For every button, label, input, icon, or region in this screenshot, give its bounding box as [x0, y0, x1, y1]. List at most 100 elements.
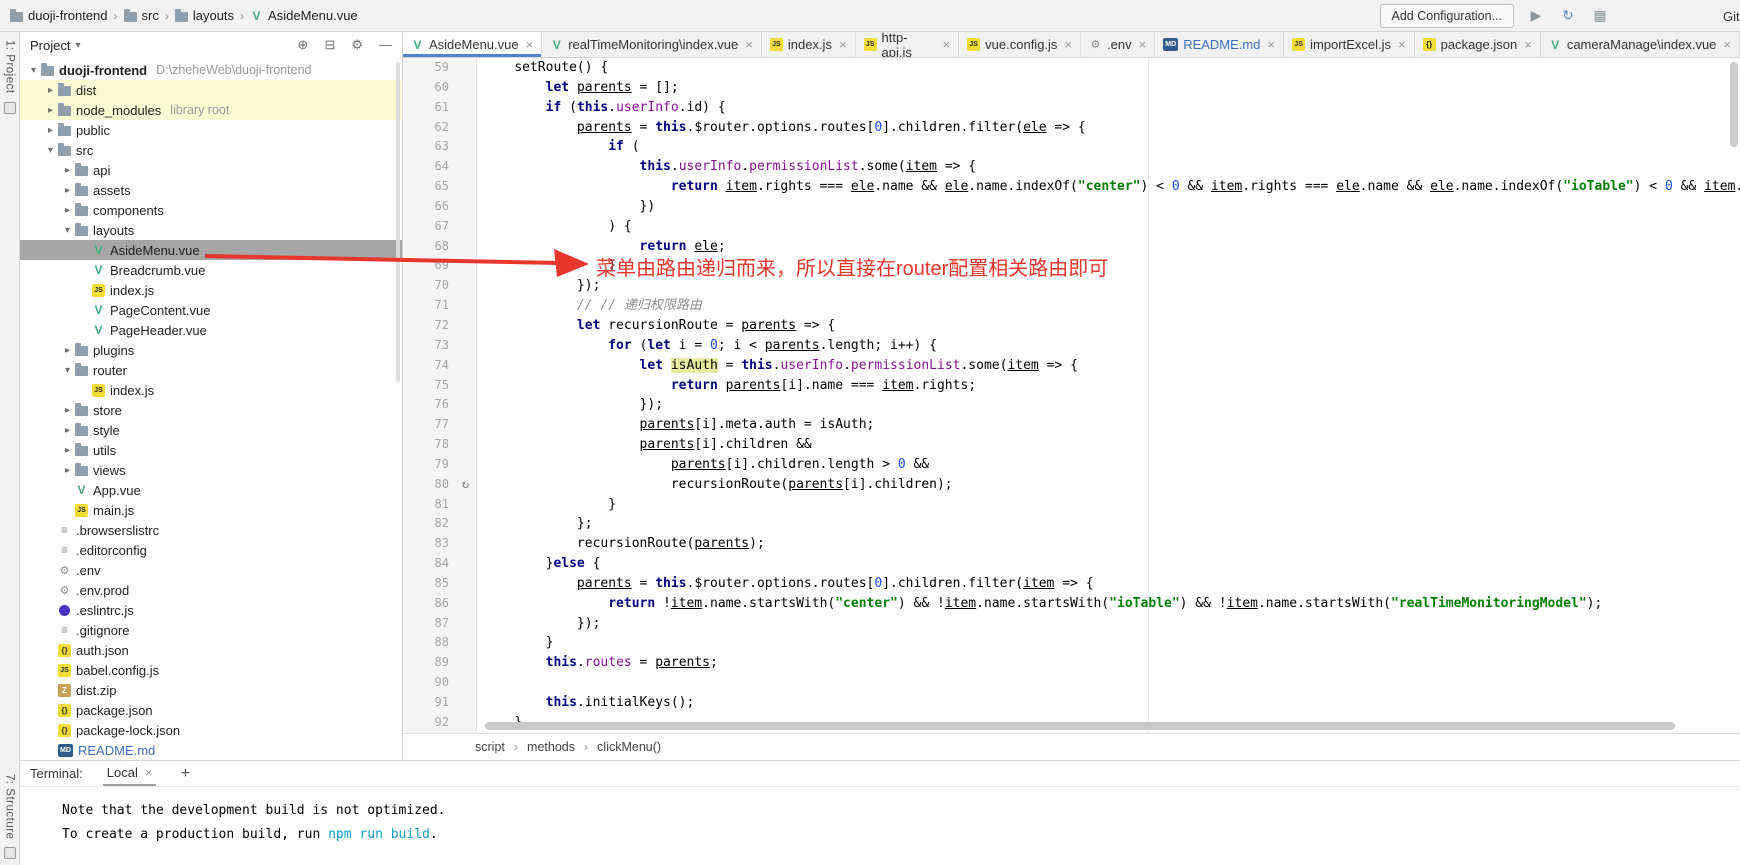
tree-item-dist-zip[interactable]: Zdist.zip — [20, 680, 402, 700]
tree-item-assets[interactable]: ▸assets — [20, 180, 402, 200]
tree-item-app-vue[interactable]: VApp.vue — [20, 480, 402, 500]
tab-env[interactable]: ⚙.env× — [1081, 32, 1155, 57]
tree-item-dist[interactable]: ▸dist — [20, 80, 402, 100]
locate-file-icon[interactable]: ⊕ — [298, 37, 309, 53]
tree-item-browserslistrc[interactable]: ≡.browserslistrc — [20, 520, 402, 540]
code-line-82[interactable]: 82 }; — [403, 514, 1740, 534]
close-icon[interactable]: × — [1267, 37, 1275, 52]
code-line-85[interactable]: 85 parents = this.$router.options.routes… — [403, 574, 1740, 594]
tab-cameramanage-index-vue[interactable]: VcameraManage\index.vue× — [1541, 32, 1740, 57]
tree-item-pageheader-vue[interactable]: VPageHeader.vue — [20, 320, 402, 340]
project-tree-scrollbar[interactable] — [396, 62, 400, 382]
tab-realtimemonitoring-index-vue[interactable]: VrealTimeMonitoring\index.vue× — [542, 32, 762, 57]
tree-item-api[interactable]: ▸api — [20, 160, 402, 180]
editor-breadcrumb-item-methods[interactable]: methods — [527, 740, 575, 754]
code-line-78[interactable]: 78 parents[i].children && — [403, 435, 1740, 455]
refresh-icon[interactable]: ↻ — [1558, 7, 1578, 24]
code-line-84[interactable]: 84 }else { — [403, 554, 1740, 574]
tree-item-views[interactable]: ▸views — [20, 460, 402, 480]
tree-toggle-icon[interactable]: ▸ — [60, 205, 75, 216]
tree-item-package-json[interactable]: {}package.json — [20, 700, 402, 720]
breadcrumb-item-duoji-frontend[interactable]: duoji-frontend — [10, 8, 108, 23]
tree-item-index-js[interactable]: JSindex.js — [20, 280, 402, 300]
collapse-all-icon[interactable]: ⊟ — [324, 37, 335, 53]
close-icon[interactable]: × — [1064, 37, 1072, 52]
editor-breadcrumb-item-script[interactable]: script — [475, 740, 505, 754]
tree-toggle-icon[interactable]: ▸ — [60, 345, 75, 356]
tree-item-breadcrumb-vue[interactable]: VBreadcrumb.vue — [20, 260, 402, 280]
code-line-86[interactable]: 86 return !item.name.startsWith("center"… — [403, 594, 1740, 614]
close-icon[interactable]: × — [1723, 37, 1731, 52]
add-configuration-button[interactable]: Add Configuration... — [1380, 4, 1515, 28]
tree-toggle-icon[interactable]: ▾ — [26, 65, 41, 76]
tab-asidemenu-vue[interactable]: VAsideMenu.vue× — [403, 32, 542, 57]
tree-item-store[interactable]: ▸store — [20, 400, 402, 420]
code-line-73[interactable]: 73 for (let i = 0; i < parents.length; i… — [403, 336, 1740, 356]
code-line-67[interactable]: 67 ) { — [403, 217, 1740, 237]
project-stripe-button[interactable]: 1: Project — [4, 40, 16, 94]
tree-item-plugins[interactable]: ▸plugins — [20, 340, 402, 360]
code-line-63[interactable]: 63 if ( — [403, 137, 1740, 157]
tab-importexcel-js[interactable]: JSimportExcel.js× — [1284, 32, 1415, 57]
editor-breadcrumb-item-clickmenu[interactable]: clickMenu() — [597, 740, 661, 754]
breadcrumb-item-asidemenu-vue[interactable]: VAsideMenu.vue — [250, 8, 358, 23]
code-line-89[interactable]: 89 this.routes = parents; — [403, 653, 1740, 673]
tree-item-auth-json[interactable]: {}auth.json — [20, 640, 402, 660]
tree-toggle-icon[interactable]: ▸ — [60, 165, 75, 176]
terminal-tool-icon[interactable] — [4, 847, 16, 859]
tree-item-main-js[interactable]: JSmain.js — [20, 500, 402, 520]
code-line-66[interactable]: 66 }) — [403, 197, 1740, 217]
terminal-output[interactable]: Note that the development build is not o… — [20, 787, 1740, 847]
code-line-90[interactable]: 90 — [403, 673, 1740, 693]
new-terminal-icon[interactable]: + — [176, 765, 194, 783]
structure-stripe-button[interactable]: 7: Structure — [4, 774, 16, 839]
close-icon[interactable]: × — [745, 37, 753, 52]
code-line-61[interactable]: 61 if (this.userInfo.id) { — [403, 98, 1740, 118]
tree-item-eslintrc-js[interactable]: .eslintrc.js — [20, 600, 402, 620]
run-icon[interactable]: ▶ — [1526, 7, 1546, 24]
tree-toggle-icon[interactable]: ▸ — [60, 465, 75, 476]
code-line-87[interactable]: 87 }); — [403, 614, 1740, 634]
code-line-80[interactable]: 80↻ recursionRoute(parents[i].children); — [403, 475, 1740, 495]
tree-toggle-icon[interactable]: ▸ — [60, 445, 75, 456]
chevron-down-icon[interactable]: ▾ — [75, 40, 80, 51]
tree-item-node-modules[interactable]: ▸node_moduleslibrary root — [20, 100, 402, 120]
code-line-65[interactable]: 65 return item.rights === ele.name && el… — [403, 177, 1740, 197]
close-icon[interactable]: × — [526, 37, 534, 52]
tab-index-js[interactable]: JSindex.js× — [762, 32, 856, 57]
code-line-74[interactable]: 74 let isAuth = this.userInfo.permission… — [403, 356, 1740, 376]
tab-vue-config-js[interactable]: JSvue.config.js× — [959, 32, 1081, 57]
horizontal-scrollbar[interactable] — [485, 722, 1675, 730]
tree-item-utils[interactable]: ▸utils — [20, 440, 402, 460]
code-line-81[interactable]: 81 } — [403, 495, 1740, 515]
close-icon[interactable]: × — [145, 765, 153, 780]
tree-item-editorconfig[interactable]: ≡.editorconfig — [20, 540, 402, 560]
code-editor[interactable]: 59 setRoute() {60 let parents = [];61 if… — [403, 58, 1740, 733]
tree-item-src[interactable]: ▾src — [20, 140, 402, 160]
close-icon[interactable]: × — [1139, 37, 1147, 52]
project-tool-icon[interactable] — [4, 102, 16, 114]
tree-item-duoji-frontend[interactable]: ▾duoji-frontendD:\zheheWeb\duoji-fronten… — [20, 60, 402, 80]
project-panel-title[interactable]: Project — [30, 38, 70, 53]
code-line-72[interactable]: 72 let recursionRoute = parents => { — [403, 316, 1740, 336]
tree-item-public[interactable]: ▸public — [20, 120, 402, 140]
tree-toggle-icon[interactable]: ▾ — [60, 225, 75, 236]
tree-item-babel-config-js[interactable]: JSbabel.config.js — [20, 660, 402, 680]
tree-item-style[interactable]: ▸style — [20, 420, 402, 440]
tab-readme-md[interactable]: MDREADME.md× — [1155, 32, 1284, 57]
tree-item-gitignore[interactable]: ≡.gitignore — [20, 620, 402, 640]
code-line-79[interactable]: 79 parents[i].children.length > 0 && — [403, 455, 1740, 475]
code-line-76[interactable]: 76 }); — [403, 395, 1740, 415]
tree-toggle-icon[interactable]: ▸ — [60, 425, 75, 436]
tree-toggle-icon[interactable]: ▾ — [43, 145, 58, 156]
settings-icon[interactable]: ⚙ — [351, 37, 363, 53]
tree-item-asidemenu-vue[interactable]: VAsideMenu.vue — [20, 240, 402, 260]
code-line-88[interactable]: 88 } — [403, 633, 1740, 653]
code-line-83[interactable]: 83 recursionRoute(parents); — [403, 534, 1740, 554]
tree-item-components[interactable]: ▸components — [20, 200, 402, 220]
tree-toggle-icon[interactable]: ▸ — [60, 185, 75, 196]
tree-item-index-js[interactable]: JSindex.js — [20, 380, 402, 400]
code-line-64[interactable]: 64 this.userInfo.permissionList.some(ite… — [403, 157, 1740, 177]
code-line-62[interactable]: 62 parents = this.$router.options.routes… — [403, 118, 1740, 138]
close-icon[interactable]: × — [1524, 37, 1532, 52]
